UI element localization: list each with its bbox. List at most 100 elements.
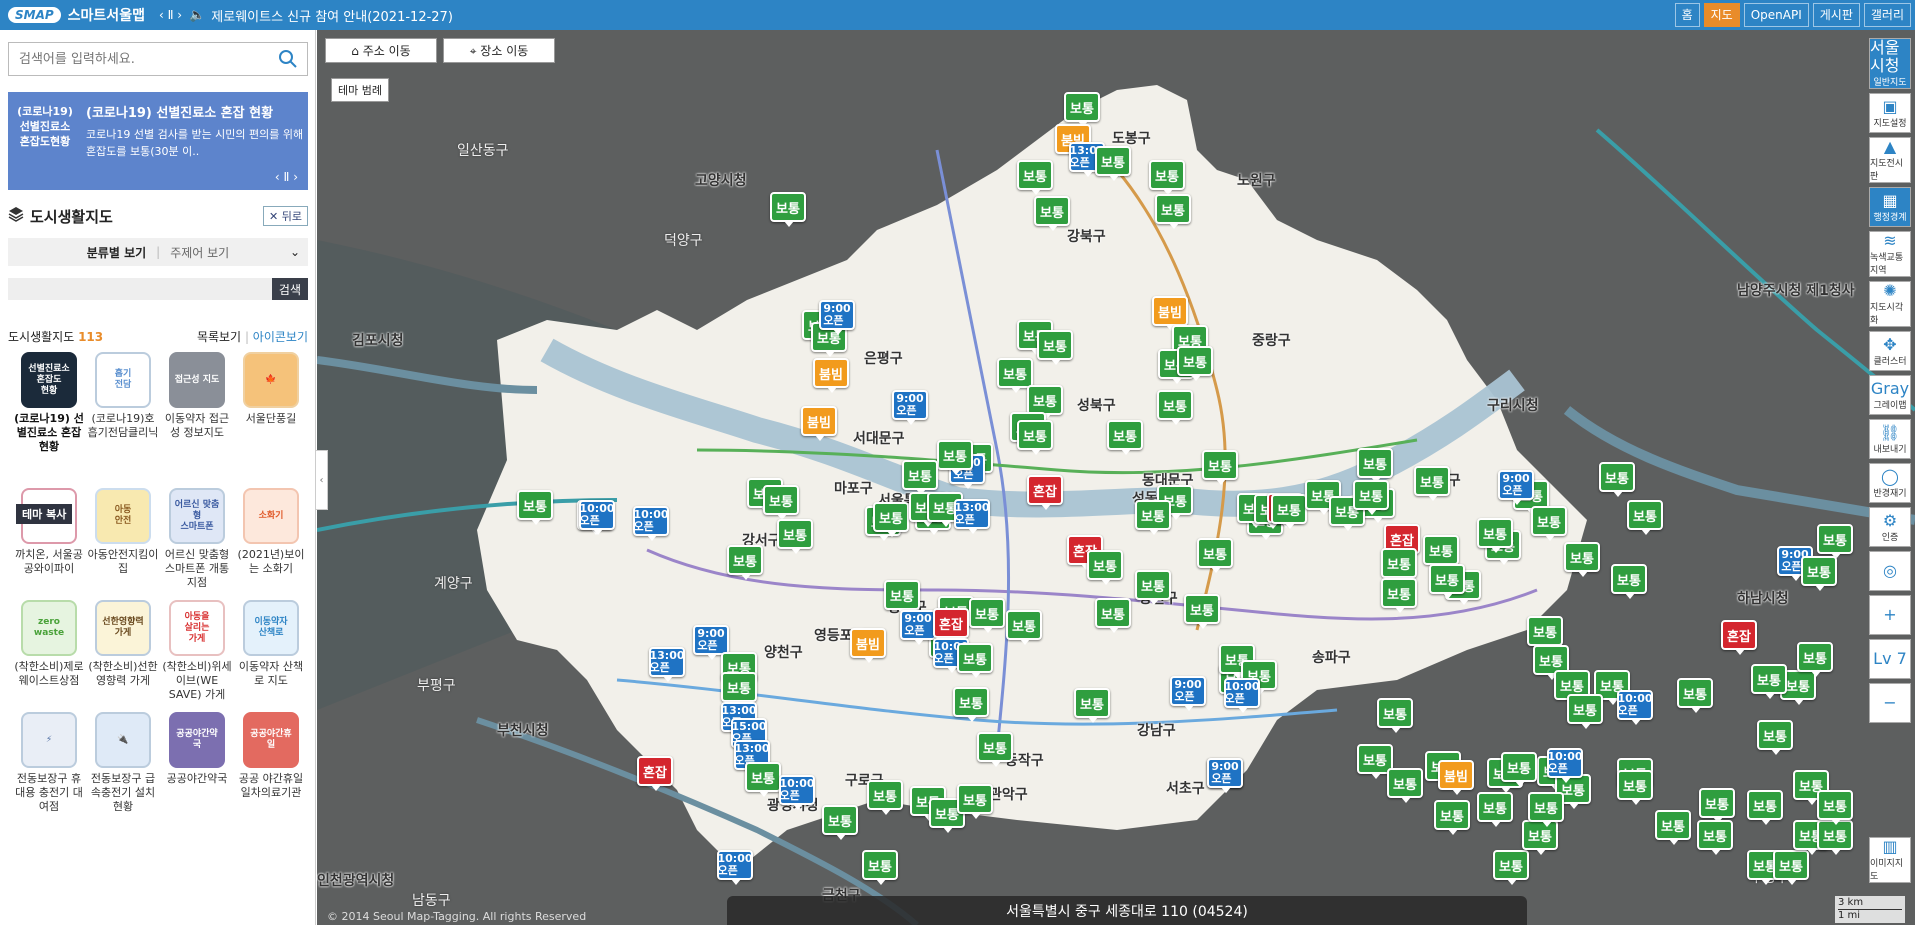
crowd-marker-normal[interactable]: 보통 (1387, 768, 1423, 803)
crowd-marker-normal[interactable]: 보통 (977, 732, 1013, 767)
address-move-button[interactable]: ⌂ 주소 이동 (325, 38, 437, 63)
crowd-marker-time[interactable]: 9:00 오픈 (900, 610, 936, 645)
crowd-marker-crowd[interactable]: 혼잡 (637, 756, 673, 791)
crowd-marker-crowd[interactable]: 혼잡 (933, 608, 969, 643)
crowd-marker-time[interactable]: 10:00 오픈 (717, 850, 753, 885)
crowd-marker-normal[interactable]: 보통 (1157, 390, 1193, 425)
crowd-marker-normal[interactable]: 보통 (1757, 720, 1793, 755)
map-tool-0[interactable]: 서울시청 일반지도 (1869, 38, 1911, 89)
crowd-marker-normal[interactable]: 보통 (1197, 538, 1233, 573)
crowd-marker-normal[interactable]: 보통 (1135, 570, 1171, 605)
crowd-marker-normal[interactable]: 보통 (1064, 92, 1100, 127)
copy-theme-button[interactable]: 테마 복사 (16, 504, 73, 524)
theme-item[interactable]: ⚡ 전동보장구 휴대용 충전기 대여점 (12, 712, 86, 814)
crowd-marker-normal[interactable]: 보통 (1751, 664, 1787, 699)
crowd-marker-busy[interactable]: 붐빔 (801, 406, 837, 441)
map-tool-10[interactable]: ⚙ 인증 (1869, 507, 1911, 547)
crowd-marker-time[interactable]: 9:00 오픈 (1498, 470, 1534, 505)
nav-openapi[interactable]: OpenAPI (1743, 3, 1809, 27)
crowd-marker-normal[interactable]: 보통 (1501, 752, 1537, 787)
crowd-marker-normal[interactable]: 보통 (1271, 494, 1307, 529)
crowd-marker-normal[interactable]: 보통 (1617, 770, 1653, 805)
crowd-marker-normal[interactable]: 보통 (953, 687, 989, 722)
theme-item[interactable]: 소화기 (2021년)보이는 소화기 (234, 488, 308, 590)
crowd-marker-normal[interactable]: 보통 (1817, 524, 1853, 559)
nav-map[interactable]: 지도 (1703, 3, 1740, 27)
crowd-marker-normal[interactable]: 보통 (1697, 820, 1733, 855)
crowd-marker-normal[interactable]: 보통 (517, 490, 553, 525)
nav-gallery[interactable]: 갤러리 (1863, 3, 1911, 27)
crowd-marker-normal[interactable]: 보통 (1017, 160, 1053, 195)
theme-filter-input[interactable] (8, 278, 272, 300)
icon-view-link[interactable]: 아이콘보기 (253, 330, 308, 344)
crowd-marker-normal[interactable]: 보통 (1429, 564, 1465, 599)
theme-item[interactable]: zero waste (착한소비)제로웨이스트상점 (12, 600, 86, 702)
theme-item[interactable]: 아동을 살리는 가게 (착한소비)위세이브(WE SAVE) 가게 (160, 600, 234, 702)
crowd-marker-crowd[interactable]: 혼잡 (1027, 475, 1063, 510)
map-tool-8[interactable]: ⛓ 내보내기 (1869, 419, 1911, 459)
crowd-marker-normal[interactable]: 보통 (1522, 820, 1558, 855)
crowd-marker-normal[interactable]: 보통 (1377, 698, 1413, 733)
theme-item[interactable]: 접근성 지도 이동약자 접근성 정보지도 (160, 352, 234, 454)
crowd-marker-time[interactable]: 10:00 오픈 (1617, 690, 1653, 725)
minimap-toggle[interactable]: ▥ 이미지지도 (1869, 837, 1911, 883)
crowd-marker-time[interactable]: 10:00 오픈 (779, 775, 815, 810)
crowd-marker-normal[interactable]: 보통 (1477, 792, 1513, 827)
ticker-controls[interactable]: ‹ Ⅱ › (159, 8, 182, 22)
crowd-marker-normal[interactable]: 보통 (1528, 792, 1564, 827)
map-tool-12[interactable]: + (1869, 595, 1911, 635)
theme-item[interactable]: 이동약자 산책로 이동약자 산책로 지도 (234, 600, 308, 702)
list-view-link[interactable]: 목록보기 (197, 330, 241, 344)
crowd-marker-normal[interactable]: 보통 (1493, 850, 1529, 885)
crowd-marker-busy[interactable]: 붐빔 (1152, 296, 1188, 331)
crowd-marker-normal[interactable]: 보통 (1177, 346, 1213, 381)
crowd-marker-normal[interactable]: 보통 (1087, 550, 1123, 585)
crowd-marker-normal[interactable]: 보통 (1135, 500, 1171, 535)
crowd-marker-normal[interactable]: 보통 (1074, 688, 1110, 723)
crowd-marker-normal[interactable]: 보통 (1357, 448, 1393, 483)
theme-item[interactable]: 공공야간약국 공공야간약국 (160, 712, 234, 814)
crowd-marker-normal[interactable]: 보통 (1797, 642, 1833, 677)
back-button[interactable]: ✕ 뒤로 (263, 206, 308, 226)
tab-category[interactable]: 분류별 보기 (87, 244, 146, 261)
theme-item[interactable]: 아동 안전 아동안전지킴이집 (86, 488, 160, 590)
crowd-marker-normal[interactable]: 보통 (862, 850, 898, 885)
crowd-marker-normal[interactable]: 보통 (969, 598, 1005, 633)
crowd-marker-normal[interactable]: 보통 (770, 192, 806, 227)
map-tool-1[interactable]: ▣ 지도설정 (1869, 93, 1911, 133)
crowd-marker-normal[interactable]: 보통 (763, 485, 799, 520)
theme-item[interactable]: 🍁 서울단풍길 (234, 352, 308, 454)
crowd-marker-time[interactable]: 9:00 오픈 (1207, 758, 1243, 793)
crowd-marker-normal[interactable]: 보통 (777, 519, 813, 554)
crowd-marker-normal[interactable]: 보통 (1567, 694, 1603, 729)
search-input[interactable] (9, 51, 277, 67)
theme-item[interactable]: 흡기 전담 (코로나19)호흡기전담클리닉 (86, 352, 160, 454)
crowd-marker-normal[interactable]: 보통 (1773, 850, 1809, 885)
crowd-marker-normal[interactable]: 보통 (937, 440, 973, 475)
crowd-marker-time[interactable]: 9:00 오픈 (892, 390, 928, 425)
tab-keyword[interactable]: 주제어 보기 (170, 244, 229, 261)
map-tool-6[interactable]: ✥ 클러스터 (1869, 331, 1911, 371)
crowd-marker-normal[interactable]: 보통 (1034, 196, 1070, 231)
banner-controls[interactable]: ‹ Ⅱ › (275, 170, 298, 184)
crowd-marker-normal[interactable]: 보통 (1655, 810, 1691, 845)
map-tool-11[interactable]: ◎ (1869, 551, 1911, 591)
search-icon[interactable] (277, 48, 299, 70)
crowd-marker-normal[interactable]: 보통 (1017, 420, 1053, 455)
crowd-marker-normal[interactable]: 보통 (1699, 788, 1735, 823)
map-tool-3[interactable]: ▦ 행정경계 (1869, 187, 1911, 227)
crowd-marker-normal[interactable]: 보통 (902, 460, 938, 495)
crowd-marker-time[interactable]: 9:00 오픈 (693, 625, 729, 660)
crowd-marker-busy[interactable]: 붐빔 (813, 358, 849, 393)
map-tool-7[interactable]: Gray 그레이맵 (1869, 375, 1911, 415)
theme-item[interactable]: 공공야간휴일 공공 야간휴일 일차의료기관 (234, 712, 308, 814)
crowd-marker-normal[interactable]: 보통 (957, 784, 993, 819)
crowd-marker-normal[interactable]: 보통 (1155, 194, 1191, 229)
theme-item[interactable]: 어르신 맞춤형 스마트폰 어르신 맞춤형 스마트폰 개통 지점 (160, 488, 234, 590)
crowd-marker-normal[interactable]: 보통 (884, 580, 920, 615)
crowd-marker-normal[interactable]: 보통 (1149, 160, 1185, 195)
crowd-marker-normal[interactable]: 보통 (1423, 535, 1459, 570)
crowd-marker-time[interactable]: 10:00 오픈 (1547, 748, 1583, 783)
crowd-marker-normal[interactable]: 보통 (1817, 790, 1853, 825)
crowd-marker-normal[interactable]: 보통 (1381, 578, 1417, 613)
